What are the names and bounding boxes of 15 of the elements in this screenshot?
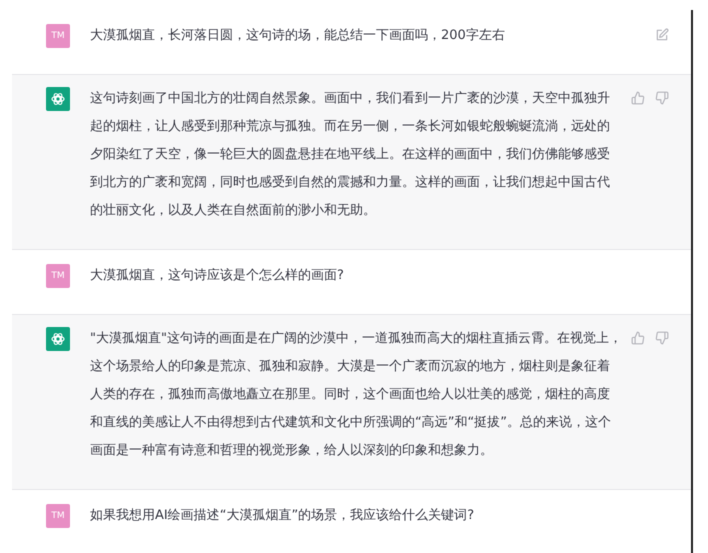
user-avatar: TM xyxy=(46,264,70,288)
user-message: 大漠孤烟直，长河落日圆，这句诗的场，能总结一下画面吗，200字左右 xyxy=(90,27,506,45)
user-avatar: TM xyxy=(46,24,70,48)
assistant-message: 这句诗刻画了中国北方的壮阔自然景象。画面中，我们看到一片广袤的沙漠，天空中孤独升起的烟柱，让人感受到那种荒凉与孤独。而在另一侧，一条长河如银蛇般蜿蜒流淌，远处的夕阳染红了天空，像一轮巨大的圆盘悬挂在地平线上。在这样的画面中，我们仿佛能够感受到北方的广袤和宽阔，同时也感受到自然的震撼和力量。这样的画面，让我们想起中国古代的壮丽文化，以及人类在自然面前的渺小和无助。 xyxy=(90,90,611,220)
thumbs-up-icon[interactable] xyxy=(631,331,645,345)
assistant-message: "大漠孤烟直"这句诗的画面是在广阔的沙漠中，一道孤独而高大的烟柱直插云霄。在视觉上，这个场景给人的印象是荒凉、孤独和寂静。大漠是一个广袤而沉寂的地方，烟柱则是象征着人类的存在，孤独而高傲地矗立在那里。同时，这个画面也给人以壮美的感觉，烟柱的高度和直线的美感让人不由得想到古代建筑和文化中所强调的“高远”和“挺拔”。总的来说，这个画面是一种富有诗意和哲理的视觉形象，给人以深刻的印象和想象力。 xyxy=(90,330,622,460)
assistant-avatar xyxy=(46,87,70,111)
user-message: 大漠孤烟直，这句诗应该是个怎么样的画面? xyxy=(90,267,345,285)
user-avatar: TM xyxy=(46,504,70,528)
edit-icon[interactable] xyxy=(655,28,669,42)
user-message: 如果我想用AI绘画描述“大漠孤烟直”的场景，我应该给什么关键词? xyxy=(90,507,476,525)
thumbs-down-icon[interactable] xyxy=(655,91,669,105)
assistant-avatar xyxy=(46,327,70,351)
thumbs-up-icon[interactable] xyxy=(631,91,645,105)
thumbs-down-icon[interactable] xyxy=(655,331,669,345)
